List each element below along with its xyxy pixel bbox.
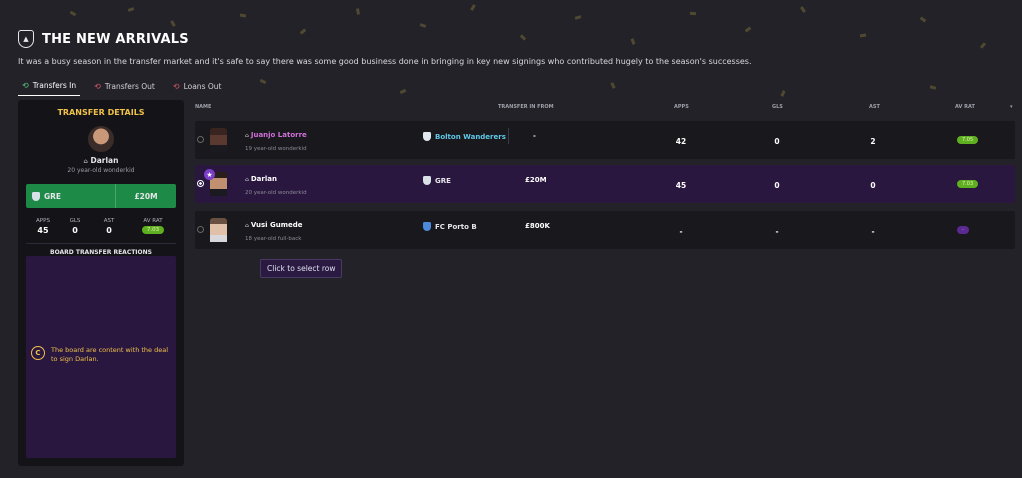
club-name: GRE (435, 176, 451, 185)
club-name: Bolton Wanderers (435, 132, 506, 141)
club-from[interactable]: GRE (26, 184, 116, 208)
player-description: 19 year-old wonderkid (245, 146, 307, 152)
player-photo (210, 128, 227, 152)
cell-rating: 7.05 (957, 136, 979, 144)
row-radio[interactable] (197, 136, 204, 143)
cell-apps: 42 (675, 137, 687, 146)
col-from[interactable]: TRANSFER IN FROM (498, 104, 554, 110)
row-radio[interactable] (197, 180, 204, 187)
player-description: 20 year-old wonderkid (245, 190, 307, 196)
tab-transfers-out[interactable]: ⟲ Transfers Out (90, 78, 159, 96)
col-ast[interactable]: AST (869, 104, 880, 110)
board-reactions-title: BOARD TRANSFER REACTIONS (26, 243, 176, 256)
stat-header: AV RAT (143, 218, 163, 224)
transfer-fee: - (533, 132, 536, 140)
player-name[interactable]: ⌂ Darlan (18, 156, 184, 165)
cell-rating: 7.03 (957, 180, 979, 188)
sort-arrow-icon[interactable]: ▾ (1010, 104, 1013, 110)
arrow-in-icon: ⟲ (22, 81, 29, 90)
club-name: GRE (44, 191, 62, 201)
row-radio[interactable] (197, 226, 204, 233)
club-name: FC Porto B (435, 222, 477, 231)
transfer-fee: £20M (134, 191, 158, 201)
stat-assists: 0 (106, 226, 112, 235)
player-description: 20 year-old wonderkid (67, 167, 135, 174)
player-description: 18 year-old full-back (245, 236, 302, 242)
page-title: THE NEW ARRIVALS (42, 31, 189, 47)
col-name[interactable]: NAME (195, 104, 211, 110)
tab-loans-out[interactable]: ⟲ Loans Out (169, 78, 226, 96)
player-name-label: Darlan (250, 175, 277, 183)
cell-assists: - (871, 227, 875, 236)
transfer-fee: £800K (525, 222, 550, 230)
player-name[interactable]: ⌂ Vusi Gumede (245, 221, 303, 229)
stat-rating: 7.03 (141, 226, 165, 234)
player-name-label: Vusi Gumede (250, 221, 303, 229)
cell-assists: 2 (870, 137, 876, 146)
club-crest-icon (423, 222, 431, 231)
club-from[interactable]: FC Porto B (423, 222, 477, 231)
cell-assists: 0 (870, 181, 876, 190)
panel-title: TRANSFER DETAILS (57, 108, 145, 117)
content-badge-icon: C (31, 346, 45, 360)
transfer-fee: £20M (525, 176, 547, 184)
club-crest-icon (32, 191, 40, 201)
player-photo (210, 218, 227, 242)
cell-apps: - (679, 227, 683, 236)
table-row[interactable]: ★ ⌂ Darlan 20 year-old wonderkid GRE £20… (195, 165, 1015, 203)
col-avrat[interactable]: AV RAT (955, 104, 975, 110)
club-crest-icon (423, 132, 431, 141)
transfer-fee-bar: GRE £20M (26, 184, 176, 208)
tab-bar: ⟲ Transfers In ⟲ Transfers Out ⟲ Loans O… (18, 78, 225, 96)
club-crest-icon (423, 176, 431, 185)
club-from[interactable]: Bolton Wanderers (423, 132, 506, 141)
player-name-label: Darlan (90, 156, 119, 165)
club-from[interactable]: GRE (423, 176, 451, 185)
cell-goals: 0 (774, 137, 780, 146)
player-photo (88, 126, 114, 152)
board-message-text: The board are content with the deal to s… (51, 346, 169, 364)
tab-label: Transfers Out (104, 81, 155, 91)
player-stats: APPS GLS AST AV RAT 45 0 0 7.03 (30, 218, 176, 235)
page-subtitle: It was a busy season in the transfer mar… (18, 57, 752, 66)
person-icon: ⌂ (83, 158, 88, 165)
cell-apps: 45 (675, 181, 687, 190)
player-name[interactable]: ⌂ Juanjo Latorre (245, 131, 307, 139)
col-apps[interactable]: APPS (674, 104, 689, 110)
board-reactions-box: C The board are content with the deal to… (26, 256, 176, 458)
table-row[interactable]: ⌂ Vusi Gumede 18 year-old full-back FC P… (195, 211, 1015, 249)
col-gls[interactable]: GLS (772, 104, 783, 110)
arrow-out-icon: ⟲ (172, 81, 180, 91)
tab-label: Loans Out (183, 81, 222, 91)
cell-goals: 0 (774, 181, 780, 190)
divider (508, 128, 509, 144)
arrow-out-icon: ⟲ (94, 81, 101, 91)
stat-header: GLS (69, 218, 81, 224)
cell-goals: - (775, 227, 779, 236)
board-message: C The board are content with the deal to… (31, 346, 171, 364)
transfer-details-panel: TRANSFER DETAILS ⌂ Darlan 20 year-old wo… (18, 100, 184, 466)
cell-rating: - (957, 226, 969, 234)
page-header: ▲ THE NEW ARRIVALS It was a busy season … (18, 30, 1012, 66)
table-row[interactable]: ⌂ Juanjo Latorre 19 year-old wonderkid B… (195, 121, 1015, 159)
table-header: NAME TRANSFER IN FROM APPS GLS AST AV RA… (195, 104, 1015, 114)
stat-header: APPS (36, 218, 50, 224)
player-name[interactable]: ⌂ Darlan (245, 175, 277, 183)
player-name-label: Juanjo Latorre (250, 131, 307, 139)
stat-goals: 0 (72, 226, 78, 235)
tab-label: Transfers In (32, 81, 77, 90)
star-icon: ★ (204, 169, 215, 180)
tooltip: Click to select row (260, 259, 343, 278)
tab-transfers-in[interactable]: ⟲ Transfers In (18, 78, 81, 96)
stat-apps: 45 (37, 226, 49, 235)
stat-header: AST (103, 218, 115, 224)
crest-icon: ▲ (18, 30, 34, 48)
